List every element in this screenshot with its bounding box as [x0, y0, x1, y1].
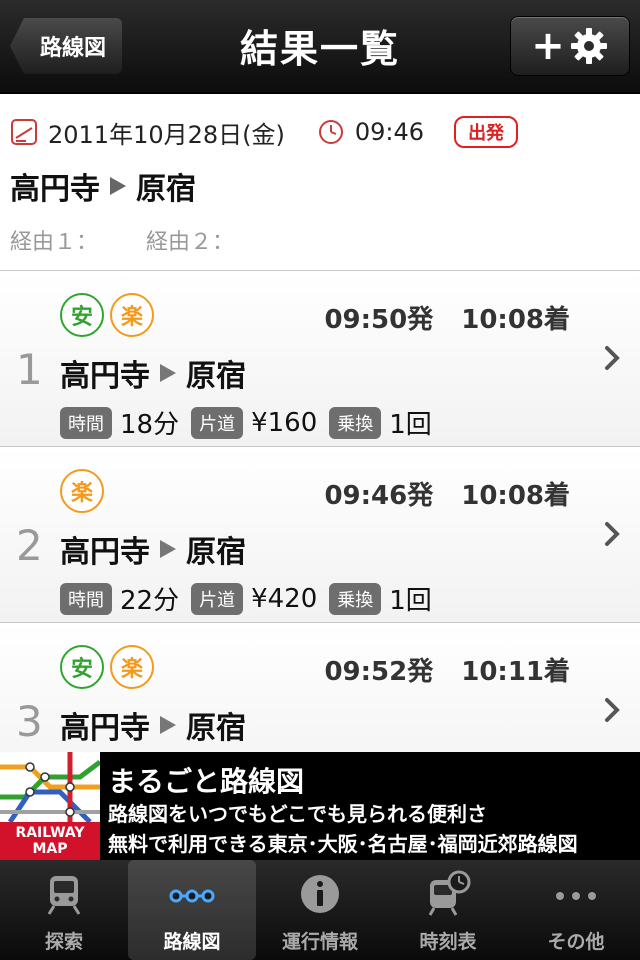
gear-icon — [570, 28, 607, 64]
fare-label: 片道 — [191, 406, 244, 439]
search-route: 高円寺 原宿 — [10, 164, 196, 208]
ad-line-2: 無料で利用できる東京･大阪･名古屋･福岡近郊路線図 — [108, 832, 578, 856]
timetable-icon — [428, 870, 471, 916]
destination-station: 原宿 — [186, 711, 246, 746]
tab-service-info[interactable]: 運行情報 — [256, 860, 384, 960]
transfer-label: 乗換 — [329, 582, 382, 615]
chevron-right-icon — [605, 346, 620, 370]
transfers: 1回 — [389, 586, 432, 616]
route-map-thumbnail-icon — [0, 752, 100, 822]
logo-line-2: MAP — [32, 841, 68, 857]
duration: 18分 — [120, 410, 180, 440]
add-settings-button[interactable]: + — [510, 16, 630, 76]
result-index: 2 — [16, 521, 43, 570]
fare-label: 片道 — [191, 582, 244, 615]
navigation-bar: 路線図 結果一覧 + — [0, 0, 640, 94]
result-row-1[interactable]: 安 楽 09:50発 10:08着 1 高円寺 原宿 時間 18分 片道 ¥16… — [0, 271, 640, 447]
search-conditions: 2011年10月28日(金) 09:46 出発 高円寺 原宿 経由１： 経由２： — [0, 94, 640, 271]
search-date: 2011年10月28日(金) — [48, 120, 285, 149]
tab-label: 時刻表 — [419, 931, 477, 953]
via-2-label: 経由２： — [146, 230, 235, 255]
destination-station: 原宿 — [186, 359, 246, 394]
origin-station: 高円寺 — [60, 711, 150, 746]
departure-badge: 出発 — [454, 116, 519, 148]
chevron-right-icon — [605, 522, 620, 546]
logo-line-1: RAILWAY — [15, 825, 85, 841]
tab-route-map[interactable]: 路線図 — [128, 860, 256, 960]
info-icon — [301, 875, 339, 913]
tab-label: 探索 — [44, 931, 83, 953]
origin-station: 高円寺 — [60, 359, 150, 394]
time-label: 時間 — [60, 582, 112, 615]
more-icon — [556, 892, 596, 900]
easiest-badge: 楽 — [110, 293, 154, 337]
fare: ¥420 — [251, 583, 318, 614]
transfers: 1回 — [389, 410, 432, 440]
arrow-right-icon — [160, 716, 176, 734]
tab-timetable[interactable]: 時刻表 — [384, 860, 512, 960]
arrive-time: 10:08着 — [461, 305, 570, 335]
ad-line-1: 路線図をいつでもどこでも見られる便利さ — [108, 802, 487, 826]
arrow-right-icon — [110, 177, 126, 195]
cheapest-badge: 安 — [60, 293, 104, 337]
origin-station: 高円寺 — [10, 172, 100, 207]
result-row-2[interactable]: 楽 09:46発 10:08着 2 高円寺 原宿 時間 22分 片道 ¥420 … — [0, 447, 640, 623]
origin-station: 高円寺 — [60, 535, 150, 570]
fare: ¥160 — [251, 407, 318, 438]
ad-banner[interactable]: RAILWAY MAP まるごと路線図 路線図をいつでもどこでも見られる便利さ … — [0, 752, 640, 860]
easiest-badge: 楽 — [60, 469, 104, 513]
tab-label: その他 — [547, 931, 605, 953]
via-1-label: 経由１： — [10, 230, 99, 255]
chevron-right-icon — [605, 698, 620, 722]
transfer-label: 乗換 — [329, 406, 382, 439]
depart-time: 09:50発 — [324, 305, 434, 335]
depart-time: 09:52発 — [324, 657, 434, 687]
cheapest-badge: 安 — [60, 645, 104, 689]
train-icon — [47, 876, 81, 915]
easiest-badge: 楽 — [110, 645, 154, 689]
tab-more[interactable]: その他 — [512, 860, 640, 960]
duration: 22分 — [120, 586, 180, 616]
tab-bar: 探索 路線図 運行情報 時刻表 その他 — [0, 860, 640, 960]
search-time: 09:46 — [354, 118, 425, 146]
arrive-time: 10:08着 — [461, 481, 570, 511]
tab-search[interactable]: 探索 — [0, 860, 128, 960]
result-index: 3 — [16, 697, 43, 746]
depart-time: 09:46発 — [324, 481, 434, 511]
clock-icon — [318, 120, 343, 144]
time-label: 時間 — [60, 406, 112, 439]
plus-icon: + — [531, 23, 565, 69]
destination-station: 原宿 — [186, 535, 246, 570]
arrive-time: 10:11着 — [461, 657, 570, 687]
calendar-icon — [11, 119, 37, 145]
tab-label: 運行情報 — [281, 931, 358, 953]
route-map-icon — [169, 889, 215, 903]
arrow-right-icon — [160, 540, 176, 558]
destination-station: 原宿 — [136, 172, 196, 207]
result-index: 1 — [16, 345, 43, 394]
tab-label: 路線図 — [163, 931, 221, 953]
ad-title: まるごと路線図 — [108, 765, 305, 798]
railway-map-logo: RAILWAY MAP — [0, 752, 100, 860]
arrow-right-icon — [160, 364, 176, 382]
